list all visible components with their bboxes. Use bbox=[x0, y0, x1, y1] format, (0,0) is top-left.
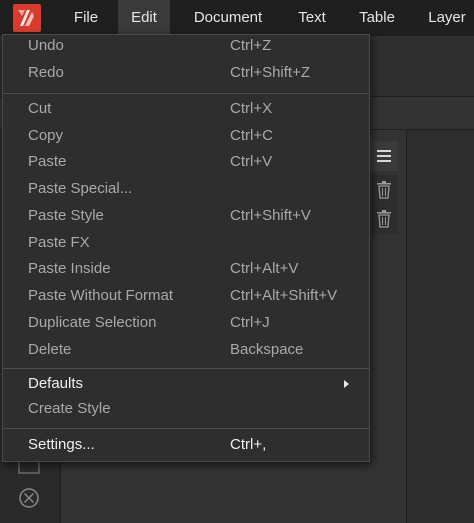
affinity-publisher-logo[interactable] bbox=[13, 4, 41, 32]
tool-button-circle[interactable] bbox=[14, 483, 44, 513]
menu-item-paste-style[interactable]: Paste Style Ctrl+Shift+V bbox=[3, 203, 369, 229]
app-window: File Edit Document Text Table Layer Undo… bbox=[0, 0, 474, 523]
menu-item-shortcut: Ctrl+Shift+V bbox=[230, 207, 311, 224]
circle-x-icon bbox=[19, 488, 39, 508]
menu-item-label: Create Style bbox=[28, 400, 111, 417]
menu-item-shortcut: Ctrl+Alt+V bbox=[230, 260, 299, 277]
menu-separator bbox=[3, 368, 369, 369]
hamburger-icon bbox=[377, 150, 391, 162]
submenu-arrow-icon bbox=[344, 380, 349, 388]
menu-item-label: Paste Inside bbox=[28, 260, 111, 277]
menu-item-label: Paste bbox=[28, 153, 67, 170]
menu-item-label: Paste Special... bbox=[28, 180, 133, 197]
menu-item-label: Copy bbox=[28, 127, 64, 144]
menu-item-duplicate-selection[interactable]: Duplicate Selection Ctrl+J bbox=[3, 310, 369, 336]
menu-item-create-style[interactable]: Create Style bbox=[3, 396, 369, 422]
trash-icon bbox=[377, 210, 391, 228]
menu-item-paste-inside[interactable]: Paste Inside Ctrl+Alt+V bbox=[3, 256, 369, 282]
menu-item-label: Duplicate Selection bbox=[28, 314, 157, 331]
menubar: File Edit Document Text Table Layer bbox=[0, 0, 474, 36]
delete-button-2[interactable] bbox=[370, 204, 398, 234]
menu-item-shortcut: Ctrl+V bbox=[230, 153, 273, 170]
menu-item-shortcut: Ctrl+, bbox=[230, 436, 267, 453]
menu-item-defaults[interactable]: Defaults bbox=[3, 371, 369, 397]
menu-item-shortcut: Ctrl+J bbox=[230, 314, 270, 331]
menu-item-label: Defaults bbox=[28, 375, 84, 392]
menu-item-shortcut: Ctrl+X bbox=[230, 100, 273, 117]
menu-item-shortcut: Ctrl+C bbox=[230, 127, 273, 144]
menu-file[interactable]: File bbox=[60, 0, 112, 36]
menu-item-label: Paste Style bbox=[28, 207, 104, 224]
menu-item-label: Cut bbox=[28, 100, 52, 117]
menu-item-label: Settings... bbox=[28, 436, 95, 453]
menu-item-shortcut: Ctrl+Shift+Z bbox=[230, 64, 311, 81]
menu-item-label: Delete bbox=[28, 341, 72, 358]
menu-item-copy[interactable]: Copy Ctrl+C bbox=[3, 123, 369, 149]
menu-separator bbox=[3, 93, 369, 94]
menu-item-label: Undo bbox=[28, 37, 64, 54]
menu-document[interactable]: Document bbox=[180, 0, 276, 36]
menu-item-paste-special[interactable]: Paste Special... bbox=[3, 176, 369, 202]
menu-item-shortcut: Backspace bbox=[230, 341, 304, 358]
menu-item-paste[interactable]: Paste Ctrl+V bbox=[3, 149, 369, 175]
menu-item-paste-fx[interactable]: Paste FX bbox=[3, 230, 369, 256]
menu-separator bbox=[3, 428, 369, 429]
studio-panel bbox=[406, 130, 474, 523]
menu-item-label: Paste Without Format bbox=[28, 287, 174, 304]
menu-item-delete[interactable]: Delete Backspace bbox=[3, 337, 369, 363]
logo-icon bbox=[18, 10, 34, 26]
menu-item-undo[interactable]: Undo Ctrl+Z bbox=[3, 33, 369, 59]
menu-item-label: Paste FX bbox=[28, 234, 90, 251]
menu-item-label: Redo bbox=[28, 64, 64, 81]
panel-menu-button[interactable] bbox=[370, 141, 398, 171]
delete-button-1[interactable] bbox=[370, 175, 398, 205]
menu-item-settings[interactable]: Settings... Ctrl+, bbox=[3, 432, 369, 458]
menu-layer[interactable]: Layer bbox=[420, 0, 474, 36]
menu-text[interactable]: Text bbox=[288, 0, 336, 36]
menu-item-shortcut: Ctrl+Z bbox=[230, 37, 272, 54]
menu-item-redo[interactable]: Redo Ctrl+Shift+Z bbox=[3, 60, 369, 86]
menu-item-paste-without-format[interactable]: Paste Without Format Ctrl+Alt+Shift+V bbox=[3, 283, 369, 309]
trash-icon bbox=[377, 181, 391, 199]
menu-edit[interactable]: Edit bbox=[118, 0, 170, 36]
menu-table[interactable]: Table bbox=[348, 0, 406, 36]
edit-menu-dropdown: Undo Ctrl+Z Redo Ctrl+Shift+Z Cut Ctrl+X… bbox=[2, 34, 370, 462]
menu-item-cut[interactable]: Cut Ctrl+X bbox=[3, 96, 369, 122]
menu-item-shortcut: Ctrl+Alt+Shift+V bbox=[230, 287, 338, 304]
